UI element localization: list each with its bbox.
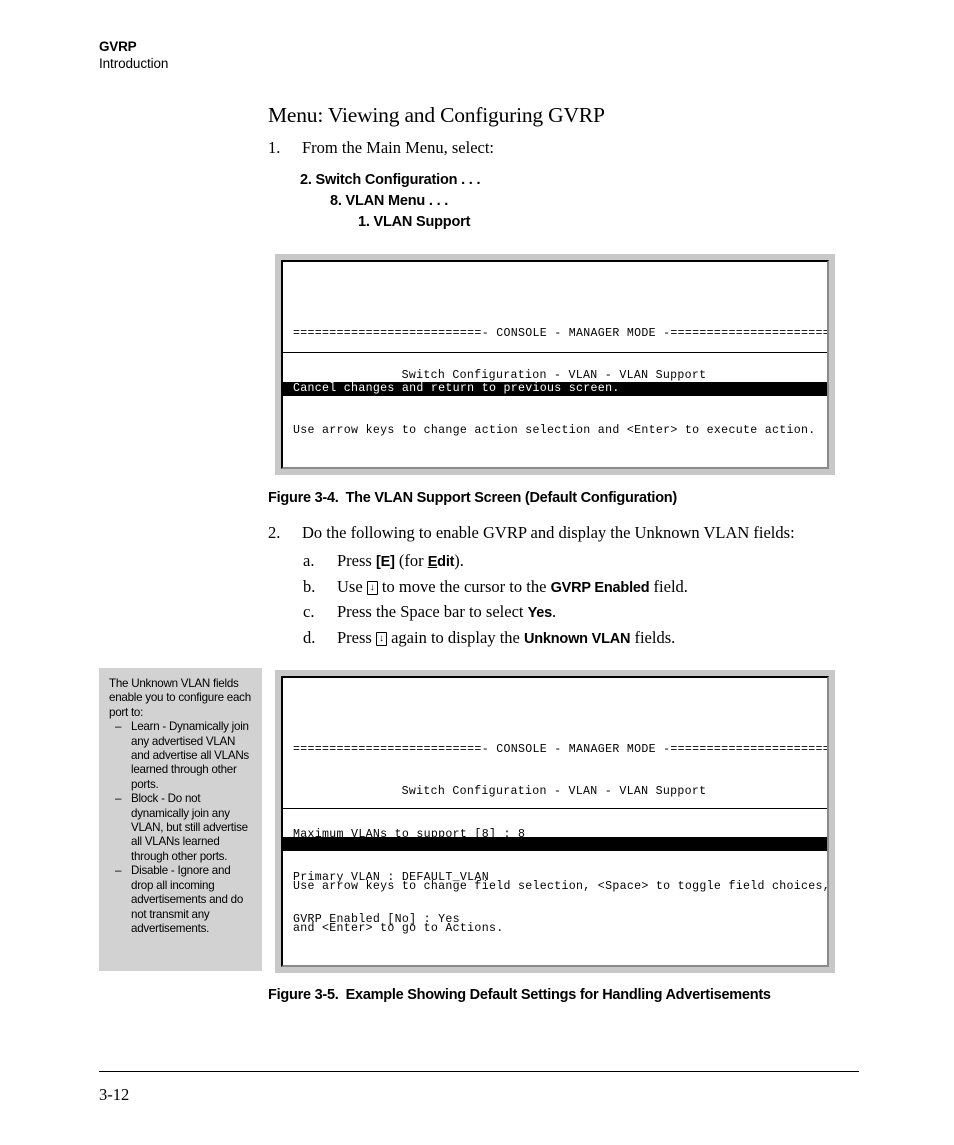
substep-c-label: c. <box>303 602 315 621</box>
side-note-item-block-text: Block - Do not dynamically join any VLAN… <box>131 792 248 863</box>
terminal-1-help-text: Use arrow keys to change action selectio… <box>293 424 816 438</box>
figure-3-5-number: Figure 3-5. <box>268 987 339 1003</box>
substep-c: c. Press the Space bar to select Yes. <box>303 599 883 625</box>
terminal-1-screen: ==========================- CONSOLE - MA… <box>281 260 829 469</box>
substep-b-label: b. <box>303 576 316 596</box>
substep-b: b. Use ↓ to move the cursor to the GVRP … <box>303 574 883 600</box>
side-note-item-block: – Block - Do not dynamically join any VLA… <box>109 792 254 864</box>
substep-a-mid: (for <box>394 551 428 570</box>
down-arrow-key-icon: ↓ <box>375 631 387 646</box>
section-heading: Menu: Viewing and Configuring GVRP <box>268 103 605 127</box>
footer-divider <box>99 1071 859 1072</box>
terminal-2-help-text-line-1: Use arrow keys to change field selection… <box>293 879 829 893</box>
substep-d-mid: again to display the <box>386 627 524 647</box>
figure-3-4-number: Figure 3-4. <box>268 490 339 506</box>
terminal-2-status-text <box>283 837 827 852</box>
step-1-text: From the Main Menu, select: <box>302 138 495 157</box>
side-note-item-learn-text: Learn - Dynamically join any advertised … <box>131 720 249 791</box>
dash-bullet-icon: – <box>115 720 122 734</box>
side-note-list: – Learn - Dynamically join any advertised… <box>109 720 254 936</box>
substep-a-label: a. <box>303 551 315 570</box>
side-note-lead: The Unknown VLAN fields enable you to co… <box>109 677 251 719</box>
terminal-1-status-text: Cancel changes and return to previous sc… <box>283 381 827 396</box>
substep-d-pre: Press <box>337 627 376 647</box>
step-1: 1. From the Main Menu, select: <box>268 137 868 159</box>
figure-3-5-text: Example Showing Default Settings for Han… <box>345 987 771 1003</box>
running-header: GVRP Introduction <box>99 38 499 72</box>
side-note-item-learn: – Learn - Dynamically join any advertised… <box>109 720 254 792</box>
figure-3-4-caption: Figure 3-4. The VLAN Support Screen (Defa… <box>268 490 677 506</box>
substep-list: a. Press [E] (for Edit). b. Use ↓ to mov… <box>303 548 883 650</box>
dash-bullet-icon: – <box>115 792 122 806</box>
menu-path-level-4: 1. VLAN Support <box>358 214 471 230</box>
substep-b-mid: to move the cursor to the <box>377 576 551 596</box>
running-header-subtitle: Introduction <box>99 56 169 71</box>
step-2-text: Do the following to enable GVRP and disp… <box>302 523 795 542</box>
figure-3-5-caption: Figure 3-5. Example Showing Default Setti… <box>268 987 771 1003</box>
substep-a: a. Press [E] (for Edit). <box>303 548 883 574</box>
substep-b-pre: Use <box>337 576 367 596</box>
figure-3-4-text: The VLAN Support Screen (Default Configu… <box>345 490 678 506</box>
step-2-number: 2. <box>268 523 281 542</box>
page-number: 3-12 <box>99 1085 130 1104</box>
substep-d-bold: Unknown VLAN <box>523 630 631 647</box>
substep-d-post: fields. <box>630 627 676 647</box>
substep-a-pre: Press <box>337 551 376 570</box>
menu-path-level-2: 2. Switch Configuration . . . <box>300 172 481 188</box>
terminal-2-statusbar: Use arrow keys to change field selection… <box>283 779 827 965</box>
substep-a-bold: Edit <box>427 554 455 570</box>
substep-c-pre: Press the Space bar to select <box>337 602 528 621</box>
terminal-screenshot-unknown-vlan-defaults: ==========================- CONSOLE - MA… <box>275 670 835 973</box>
substep-b-post: field. <box>649 576 688 596</box>
terminal-2-banner: ==========================- CONSOLE - MA… <box>293 742 829 756</box>
substep-a-key: [E] <box>375 554 395 570</box>
substep-a-body: Press [E] (for Edit). <box>337 548 883 576</box>
terminal-2-help-text-line-2: and <Enter> to go to Actions. <box>293 922 504 936</box>
step-2: 2. Do the following to enable GVRP and d… <box>268 522 888 544</box>
down-arrow-key-icon: ↓ <box>366 580 378 595</box>
substep-b-bold: GVRP Enabled <box>550 579 650 596</box>
menu-path-level-3: 8. VLAN Menu . . . <box>330 193 449 209</box>
substep-a-post: ). <box>454 551 464 570</box>
substep-d-label: d. <box>303 627 316 647</box>
terminal-screenshot-vlan-support-default: ==========================- CONSOLE - MA… <box>275 254 835 475</box>
dash-bullet-icon: – <box>115 864 122 878</box>
side-note-item-disable-text: Disable - Ignore and drop all incoming a… <box>131 864 244 935</box>
side-note-unknown-vlan: The Unknown VLAN fields enable you to co… <box>99 668 262 971</box>
substep-d: d. Press ↓ again to display the Unknown … <box>303 625 883 651</box>
side-note-item-disable: – Disable - Ignore and drop all incoming … <box>109 864 254 936</box>
substep-c-post: . <box>552 602 557 621</box>
substep-c-bold: Yes <box>527 605 553 621</box>
terminal-1-statusbar: Cancel changes and return to previous sc… <box>283 324 827 467</box>
substep-d-body: Press ↓ again to display the Unknown VLA… <box>337 625 883 653</box>
menu-path: 2. Switch Configuration . . . 8. VLAN Me… <box>300 170 480 233</box>
document-page: GVRP Introduction Menu: Viewing and Conf… <box>0 0 954 1145</box>
running-header-title: GVRP <box>99 39 137 54</box>
step-1-number: 1. <box>268 138 281 157</box>
substep-b-body: Use ↓ to move the cursor to the GVRP Ena… <box>337 574 883 602</box>
terminal-2-screen: ==========================- CONSOLE - MA… <box>281 676 829 967</box>
substep-c-body: Press the Space bar to select Yes. <box>337 599 883 627</box>
